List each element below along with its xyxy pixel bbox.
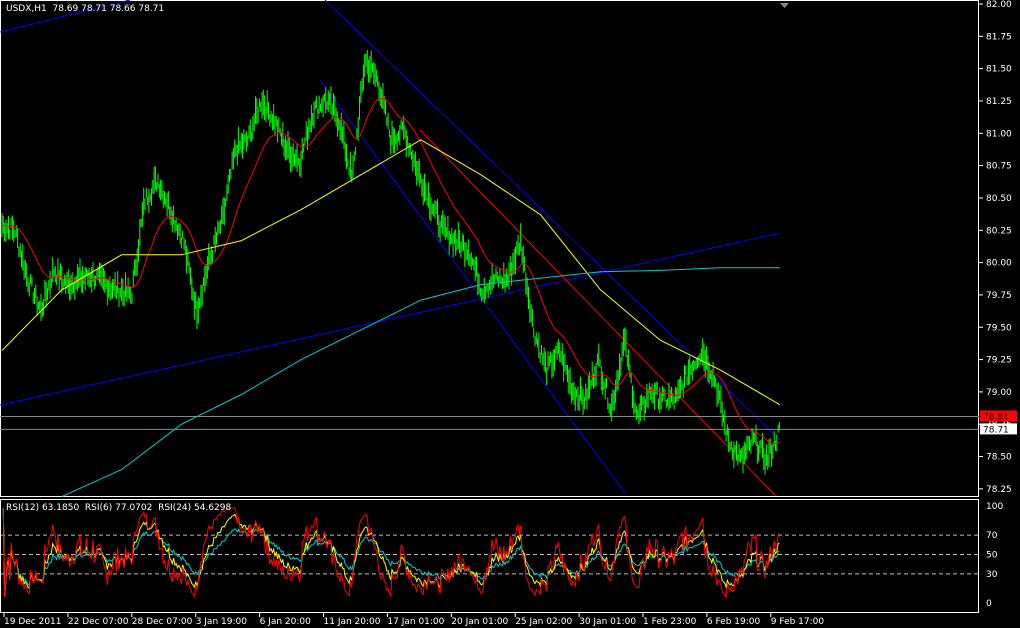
price-tick-label: 80.50 (986, 194, 1012, 204)
time-tick-label: 19 Dec 2011 (4, 617, 62, 627)
price-tick-label: 79.00 (986, 388, 1012, 398)
rsi-tick-label: 100 (986, 502, 1003, 512)
price-tick-label: 79.75 (986, 291, 1012, 301)
time-tick-label: 20 Jan 01:00 (451, 617, 508, 627)
price-tick-label: 79.50 (986, 323, 1012, 333)
symbol-info: USDX,H1 78.69 78.71 78.66 78.71 (6, 4, 165, 14)
rsi-tick-label: 70 (986, 531, 998, 541)
time-tick-label: 6 Feb 19:00 (707, 617, 761, 627)
time-tick-label: 25 Jan 02:00 (515, 617, 572, 627)
chart-canvas[interactable]: 82.00 81.75 81.50 81.25 81.00 80.75 80.50 80.25… (0, 0, 1020, 628)
price-tick-label: 80.00 (986, 259, 1012, 269)
ma-slow-line (61, 267, 780, 498)
time-tick-label: 3 Jan 19:00 (196, 617, 248, 627)
price-tick-label: 81.50 (986, 65, 1012, 75)
price-tick-label: 78.25 (986, 485, 1012, 495)
time-tick-label: 17 Jan 01:00 (387, 617, 444, 627)
price-tick-label: 80.25 (986, 226, 1012, 236)
time-tick-label: 30 Jan 01:00 (579, 617, 636, 627)
rsi-tick-label: 50 (986, 551, 998, 561)
rsi-tick-label: 0 (986, 599, 992, 609)
price-tick-label: 78.50 (986, 453, 1012, 463)
bid-price-label: 78.71 (983, 425, 1009, 435)
time-tick-label: 9 Feb 17:00 (771, 617, 825, 627)
rsi-tick-label: 30 (986, 570, 998, 580)
rsi-info: RSI(12) 63.1850 RSI(6) 77.0702 RSI(24) 5… (6, 503, 232, 513)
main-pane-frame (0, 0, 979, 497)
ma-mid-line (1, 139, 781, 406)
time-tick-label: 22 Dec 07:00 (68, 617, 129, 627)
time-tick-label: 28 Dec 07:00 (132, 617, 193, 627)
price-tick-label: 81.25 (986, 97, 1012, 107)
trendline-red (419, 129, 776, 496)
price-tick-label: 82.00 (986, 0, 1012, 10)
price-tick-label: 81.00 (986, 129, 1012, 139)
price-tick-label: 79.25 (986, 356, 1012, 366)
price-tick-label: 81.75 (986, 32, 1012, 42)
time-tick-label: 6 Jan 20:00 (260, 617, 312, 627)
shift-marker-icon (780, 3, 789, 8)
time-tick-label: 1 Feb 23:00 (643, 617, 697, 627)
price-tick-label: 80.75 (986, 162, 1012, 172)
ask-price-label: 78.81 (983, 412, 1009, 422)
time-tick-label: 11 Jan 20:00 (324, 617, 381, 627)
